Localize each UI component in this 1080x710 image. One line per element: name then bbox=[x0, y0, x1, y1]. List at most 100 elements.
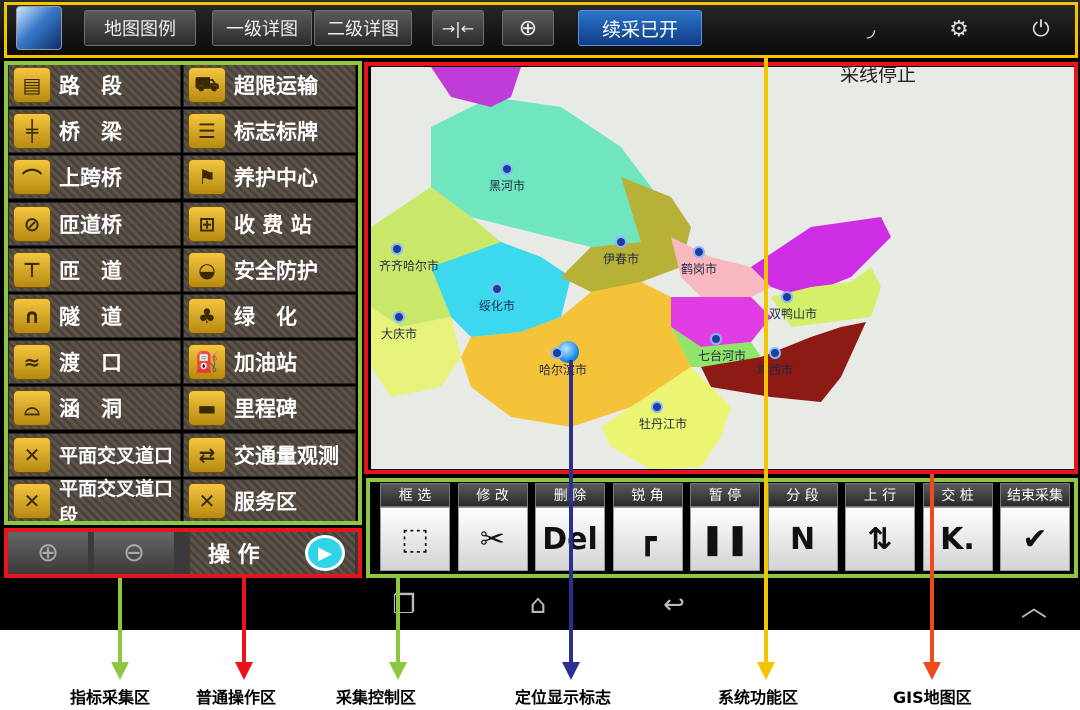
city-pin-icon[interactable] bbox=[693, 246, 705, 258]
control-button-4[interactable]: 暂 停 ❚❚ bbox=[690, 483, 760, 573]
city-pin-icon[interactable] bbox=[769, 347, 781, 359]
operate-label: 操 作 bbox=[208, 543, 260, 568]
indicator-left-1[interactable]: ╪ 桥 梁 bbox=[8, 109, 181, 154]
arrowhead-ops bbox=[235, 662, 253, 680]
indicator-left-3[interactable]: ⊘ 匝道桥 bbox=[8, 201, 181, 246]
indicator-label: 交通量观测 bbox=[234, 443, 339, 468]
arrow-system bbox=[764, 58, 768, 668]
zoom-out-icon[interactable]: ⊖ bbox=[94, 532, 174, 574]
city-label: 牡丹江市 bbox=[639, 417, 688, 431]
indicator-left-2[interactable]: ⌒ 上跨桥 bbox=[8, 155, 181, 200]
arrow-gis bbox=[930, 474, 934, 668]
operate-button[interactable]: 操 作 ▶ bbox=[190, 532, 355, 574]
city-pin-icon[interactable] bbox=[393, 311, 405, 323]
play-icon[interactable]: ▶ bbox=[305, 535, 345, 571]
label-locate-marker: 定位显示标志 bbox=[515, 688, 612, 707]
power-icon[interactable]: ⏻ bbox=[1026, 14, 1056, 44]
indicator-left-7-icon: ⌓ bbox=[13, 390, 51, 427]
home-icon[interactable]: ⌂ bbox=[518, 588, 558, 622]
gear-icon[interactable]: ⚙ bbox=[944, 14, 974, 44]
indicator-label: 加油站 bbox=[234, 351, 297, 376]
shrink-arrows-icon[interactable]: →|← bbox=[432, 10, 484, 46]
control-button-8[interactable]: 结束采集 ✔ bbox=[1000, 483, 1070, 573]
indicator-right-2[interactable]: ⚑ 养护中心 bbox=[183, 155, 356, 200]
indicator-label: 绿 化 bbox=[234, 305, 297, 329]
indicator-left-9[interactable]: ✕ 平面交叉道口段 bbox=[8, 478, 181, 527]
indicator-left-5[interactable]: ∩ 隧 道 bbox=[8, 294, 181, 338]
arrow-locate bbox=[569, 360, 573, 668]
control-label: 上 行 bbox=[845, 483, 915, 507]
indicator-label: 养护中心 bbox=[234, 166, 318, 191]
indicator-right-3[interactable]: ⊞ 收 费 站 bbox=[183, 201, 356, 246]
zoom-in-icon[interactable]: ⊕ bbox=[8, 532, 88, 574]
detail-level1-button[interactable]: 一级详图 bbox=[212, 10, 312, 46]
indicator-left-0[interactable]: ▤ 路 段 bbox=[8, 63, 181, 107]
up-arrow-icon[interactable]: ︿ bbox=[1014, 588, 1054, 623]
indicator-left-3-icon: ⊘ bbox=[13, 205, 51, 242]
indicator-right-2-icon: ⚑ bbox=[188, 159, 226, 196]
indicator-label: 超限运输 bbox=[234, 74, 318, 98]
indicator-left-7[interactable]: ⌓ 涵 洞 bbox=[8, 386, 181, 431]
city-pin-icon[interactable] bbox=[710, 333, 722, 345]
map-legend-button[interactable]: 地图图例 bbox=[84, 10, 196, 46]
control-1-icon: ✂ bbox=[457, 507, 528, 571]
arrowhead-control bbox=[389, 662, 407, 680]
app-logo-icon[interactable] bbox=[16, 6, 62, 50]
back-icon[interactable]: ↩ bbox=[654, 588, 694, 622]
indicator-right-9[interactable]: ✕ 服务区 bbox=[183, 478, 356, 523]
collect-control-panel: 框 选⬚修 改✂删 除Del锐 角┏暂 停❚❚分 段N上 行⇅交 桩K.结束采集… bbox=[374, 483, 1074, 575]
control-label: 结束采集 bbox=[1000, 483, 1070, 507]
signal-icon[interactable]: ◞ bbox=[856, 14, 886, 44]
label-ops-area: 普通操作区 bbox=[196, 688, 277, 707]
indicator-right-5[interactable]: ♣ 绿 化 bbox=[183, 294, 356, 338]
city-pin-icon[interactable] bbox=[615, 236, 627, 248]
indicator-right-4[interactable]: ◒ 安全防护 bbox=[183, 247, 356, 292]
indicator-left-1-icon: ╪ bbox=[13, 113, 51, 150]
control-5-icon: N bbox=[767, 507, 838, 571]
crosshair-icon[interactable]: ⊕ bbox=[502, 10, 554, 46]
control-button-3[interactable]: 锐 角 ┏ bbox=[612, 483, 683, 573]
city-label: 绥化市 bbox=[479, 299, 516, 313]
indicator-right-0[interactable]: ⛟ 超限运输 bbox=[183, 63, 356, 107]
indicator-right-8-icon: ⇄ bbox=[188, 436, 226, 473]
indicator-label: 匝道桥 bbox=[59, 212, 122, 237]
recent-apps-icon[interactable]: ❐ bbox=[384, 588, 424, 622]
indicator-label: 涵 洞 bbox=[59, 397, 122, 422]
arrowhead-gis bbox=[923, 662, 941, 680]
control-6-icon: ⇅ bbox=[845, 507, 915, 571]
city-label: 鸡西市 bbox=[757, 363, 794, 377]
control-button-5[interactable]: 分 段N bbox=[767, 483, 838, 573]
indicator-right-5-icon: ♣ bbox=[188, 298, 226, 334]
city-label: 双鸭山市 bbox=[769, 307, 818, 321]
gis-map[interactable]: 黑河市 齐齐哈尔市 伊春市 鹤岗市 绥化市 双鸭山市 大庆市 七台河市 哈尔滨市 鸡西市 牡丹江市 bbox=[371, 67, 1074, 469]
indicator-right-7[interactable]: ▬ 里程碑 bbox=[183, 386, 356, 431]
indicator-right-6[interactable]: ⛽ 加油站 bbox=[183, 340, 356, 385]
indicator-label: 安全防护 bbox=[234, 258, 318, 283]
android-nav-bar: ❐ ⌂ ↩ ︿ bbox=[0, 580, 1080, 630]
indicator-label: 里程碑 bbox=[234, 397, 297, 422]
control-button-0[interactable]: 框 选 ⬚ bbox=[380, 483, 450, 573]
control-button-6[interactable]: 上 行 ⇅ bbox=[845, 483, 915, 573]
city-pin-icon[interactable] bbox=[491, 283, 503, 295]
indicator-left-6[interactable]: ≈ 渡 口 bbox=[8, 340, 181, 385]
control-button-1[interactable]: 修 改 ✂ bbox=[457, 483, 528, 573]
detail-level2-button[interactable]: 二级详图 bbox=[314, 10, 412, 46]
city-pin-icon[interactable] bbox=[651, 401, 663, 413]
indicator-left-4[interactable]: ⊤ 匝 道 bbox=[8, 247, 181, 292]
indicator-right-4-icon: ◒ bbox=[188, 251, 226, 288]
indicator-right-1[interactable]: ☰ 标志标牌 bbox=[183, 109, 356, 154]
indicator-left-6-icon: ≈ bbox=[13, 344, 51, 381]
arrowhead-system bbox=[757, 662, 775, 680]
indicator-label: 标志标牌 bbox=[234, 120, 318, 145]
indicator-label: 桥 梁 bbox=[59, 120, 122, 145]
city-pin-icon[interactable] bbox=[391, 243, 403, 255]
city-pin-icon[interactable] bbox=[501, 163, 513, 175]
control-label: 分 段 bbox=[767, 483, 838, 507]
continue-collect-button[interactable]: 续采已开 bbox=[578, 10, 702, 46]
city-pin-icon[interactable] bbox=[781, 291, 793, 303]
city-pin-icon[interactable] bbox=[551, 347, 563, 359]
indicator-left-8[interactable]: ✕ 平面交叉道口 bbox=[8, 432, 181, 477]
indicator-right-8[interactable]: ⇄ 交通量观测 bbox=[183, 432, 356, 477]
indicator-left-5-icon: ∩ bbox=[13, 298, 51, 334]
city-label: 哈尔滨市 bbox=[539, 363, 588, 377]
